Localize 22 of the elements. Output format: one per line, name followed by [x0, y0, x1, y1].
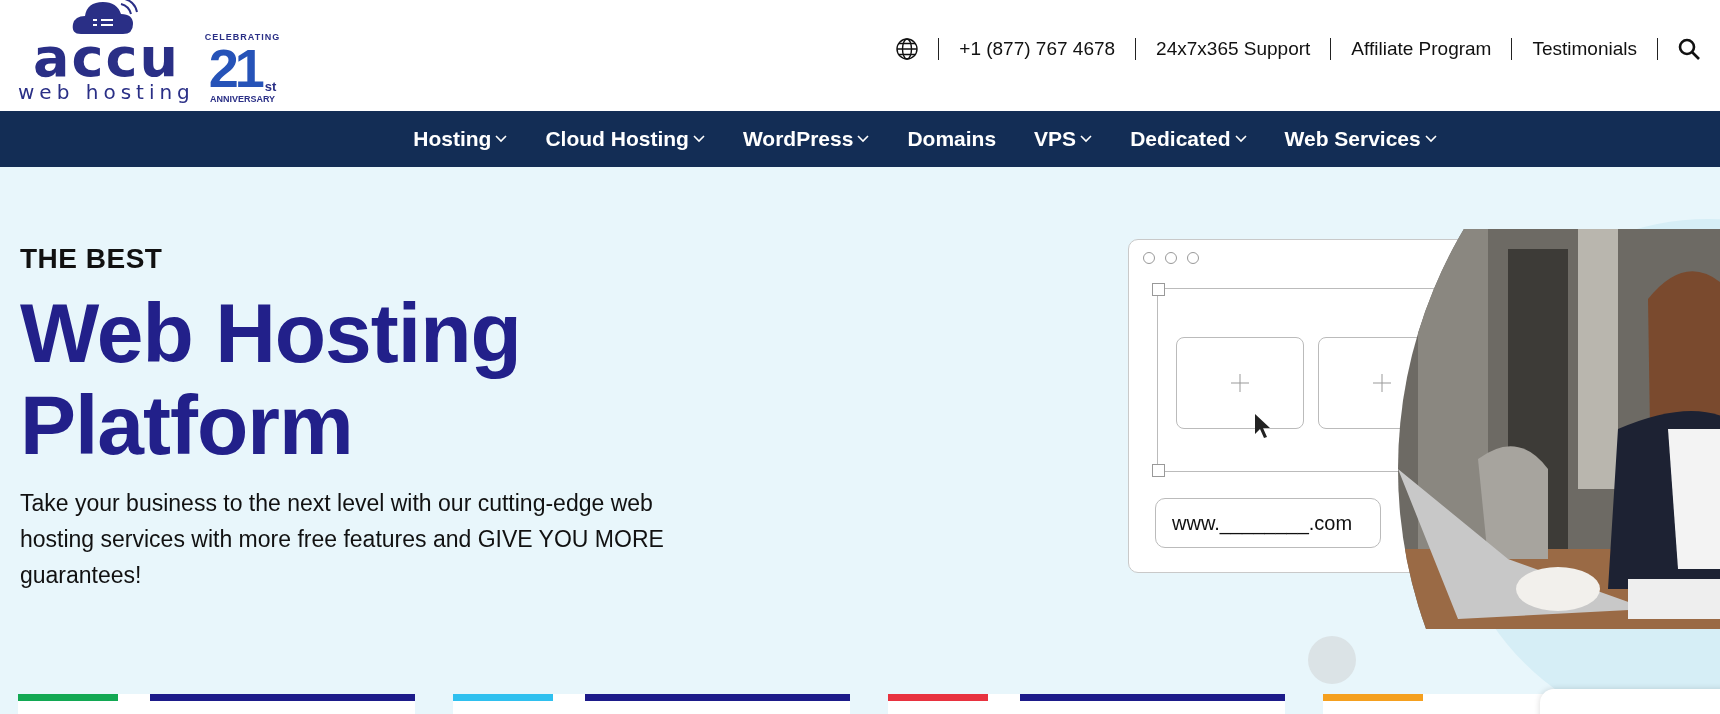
nav-item[interactable]: WordPress	[742, 127, 870, 151]
nav-item[interactable]: Cloud Hosting	[545, 127, 705, 151]
hero-title: Web Hosting	[20, 287, 522, 379]
logo-wordmark: accu	[32, 35, 180, 80]
top-link[interactable]: Testimonials	[1512, 38, 1657, 60]
badge-caption: ANNIVERSARY	[209, 93, 276, 104]
top-link[interactable]: Affiliate Program	[1331, 38, 1512, 60]
badge-caption: CELEBRATING	[204, 31, 281, 42]
nav-item[interactable]: Dedicated	[1130, 127, 1247, 151]
hero-text: Take your business to the next level with our cutting-edge web hosting services with more free features and GIVE YOU MORE guarantees!	[20, 489, 665, 590]
hero-eyebrow: THE BEST	[20, 243, 164, 275]
hero-title: Platform	[20, 379, 353, 471]
nav-item[interactable]: Hosting	[413, 127, 508, 151]
top-link[interactable]: 24x7x365 Support	[1136, 38, 1331, 60]
badge-suffix: st	[264, 78, 277, 94]
nav-item[interactable]: VPS	[1034, 127, 1093, 151]
nav-item[interactable]: Web Services	[1284, 127, 1437, 151]
top-link[interactable]: +1 (877) 767 4678	[939, 38, 1136, 60]
logo-tagline: web hosting	[18, 79, 195, 104]
nav-item[interactable]: Domains	[907, 127, 997, 151]
url-field: www.________.com	[1155, 498, 1381, 548]
badge-number: 21	[208, 41, 261, 94]
